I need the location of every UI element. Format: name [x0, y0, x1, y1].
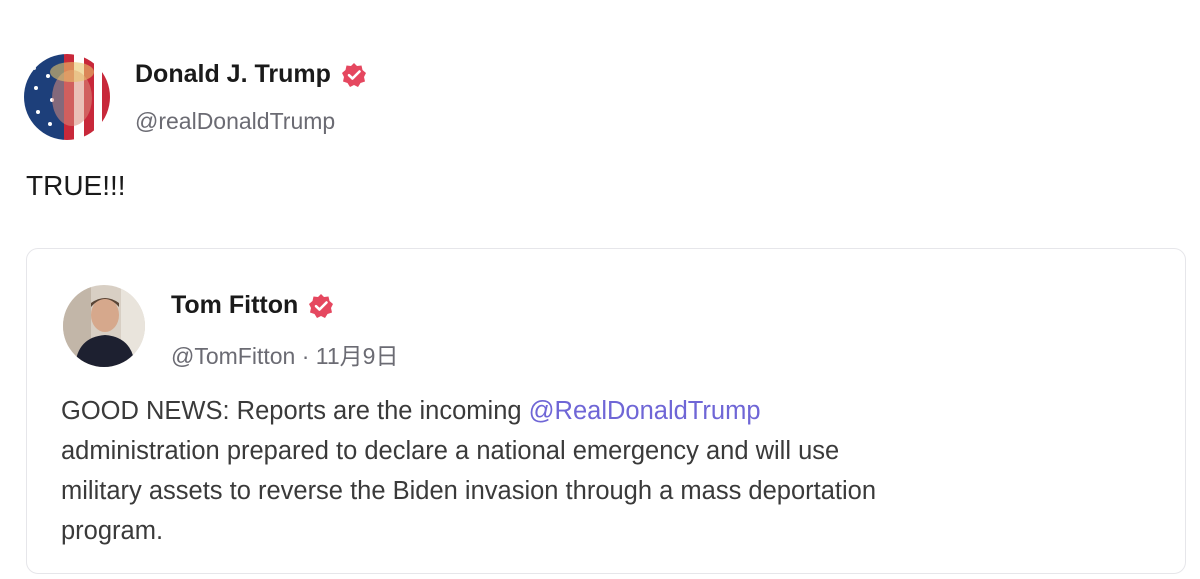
author-handle[interactable]: @realDonaldTrump	[135, 108, 335, 135]
quoted-post-meta: @TomFitton · 11月9日	[171, 337, 398, 371]
verified-badge-icon	[308, 293, 334, 319]
quoted-post-date[interactable]: 11月9日	[316, 343, 399, 369]
quoted-body-line-1: GOOD NEWS: Reports are the incoming @Rea…	[61, 391, 1161, 431]
quoted-body-line-2: administration prepared to declare a nat…	[61, 437, 840, 465]
author-name[interactable]: Donald J. Trump	[135, 60, 331, 89]
author-name-row[interactable]: Donald J. Trump	[135, 60, 367, 89]
quoted-body-prefix: GOOD NEWS: Reports are the incoming	[61, 397, 529, 425]
meta-separator: ·	[295, 343, 316, 369]
quoted-body-line-4: program.	[61, 517, 164, 545]
quoted-post-card[interactable]: Tom Fitton @TomFitton · 11月9日 GOOD NEWS:…	[26, 248, 1186, 574]
verified-badge-icon	[341, 62, 367, 88]
quoted-post-body: GOOD NEWS: Reports are the incoming @Rea…	[61, 391, 1161, 551]
post-card: Donald J. Trump @realDonaldTrump TRUE!!!…	[0, 0, 1200, 579]
mention-link[interactable]: @RealDonaldTrump	[529, 397, 761, 425]
quoted-author-handle[interactable]: @TomFitton	[171, 343, 295, 369]
quoted-body-line-3: military assets to reverse the Biden inv…	[61, 477, 877, 505]
quoted-author-name-row[interactable]: Tom Fitton	[171, 291, 334, 320]
author-avatar[interactable]	[24, 54, 110, 140]
quoted-author-avatar[interactable]	[63, 285, 145, 367]
post-text: TRUE!!!	[26, 170, 126, 201]
quoted-author-name[interactable]: Tom Fitton	[171, 291, 298, 320]
